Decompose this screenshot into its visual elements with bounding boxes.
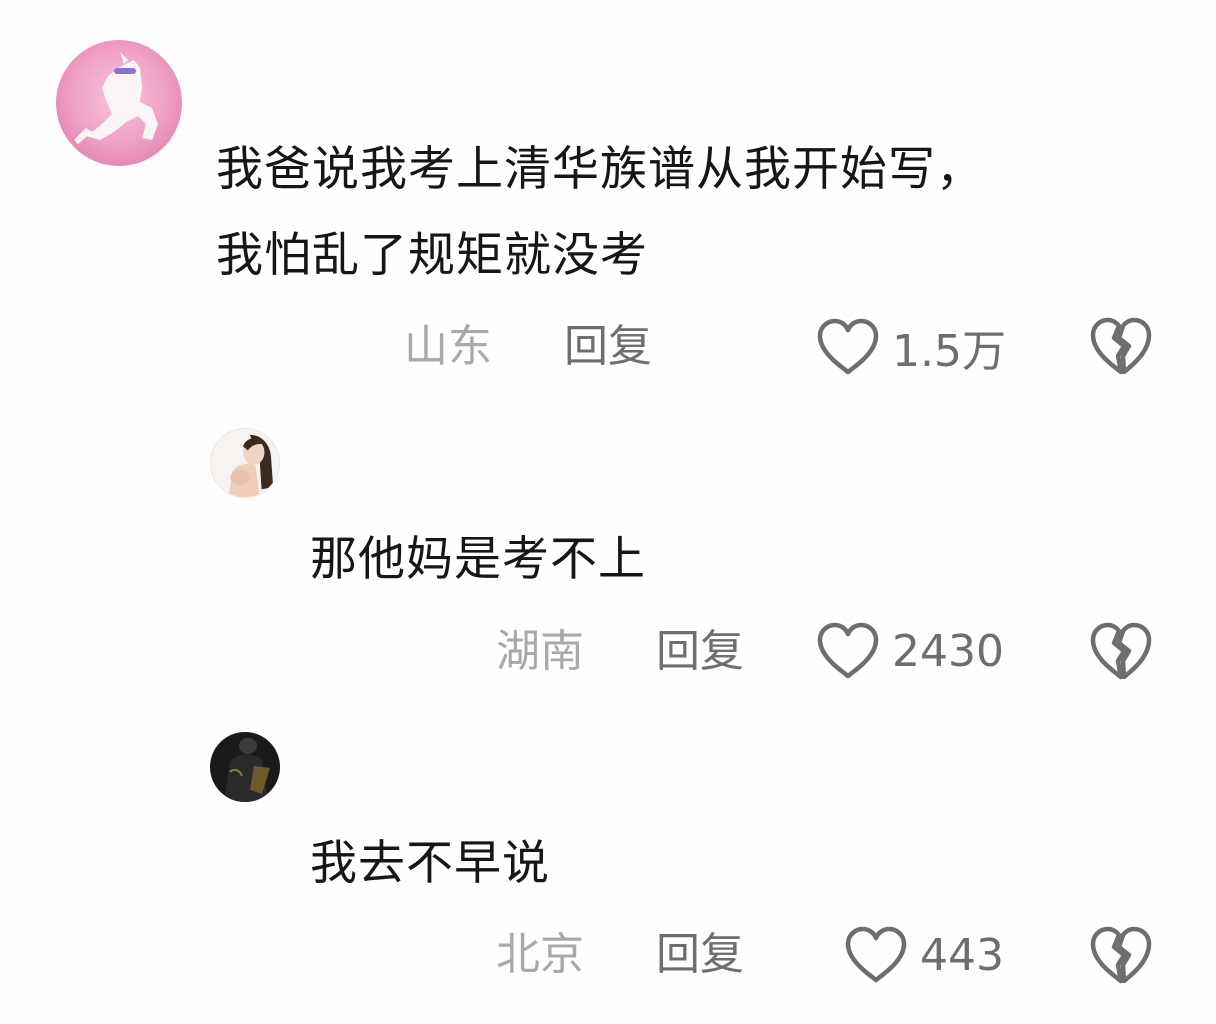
user-avatar-dark-figure[interactable]: [210, 732, 280, 802]
comment-text-line: 我爸说我考上清华族谱从我开始写，: [216, 142, 984, 197]
comment-location: 湖南: [496, 626, 584, 677]
like-count: 443: [920, 929, 1004, 981]
user-avatar-pink-horse[interactable]: [56, 40, 182, 166]
broken-heart-icon: [1090, 622, 1152, 680]
dislike-button[interactable]: [1088, 617, 1154, 683]
dislike-button[interactable]: [1088, 312, 1154, 378]
like-button[interactable]: 2430: [816, 616, 1004, 686]
comment-text-line: 我怕乱了规矩就没考: [216, 228, 648, 283]
reply-button[interactable]: 回复: [656, 622, 744, 682]
like-count: 1.5万: [892, 326, 1006, 377]
user-avatar-woman[interactable]: [210, 428, 280, 498]
reply-button[interactable]: 回复: [656, 925, 744, 985]
broken-heart-icon: [1090, 317, 1152, 375]
heart-icon: [817, 622, 879, 679]
like-button[interactable]: 1.5万: [816, 312, 1006, 382]
like-count: 2430: [892, 625, 1004, 677]
dislike-button[interactable]: [1088, 921, 1154, 987]
comment-text-line: 那他妈是考不上: [310, 532, 646, 587]
reply-button[interactable]: 回复: [564, 317, 652, 377]
like-button[interactable]: 443: [844, 920, 1004, 990]
comment-location: 北京: [496, 929, 584, 980]
dark-figure-avatar-image: [210, 732, 280, 802]
heart-icon: [817, 318, 879, 375]
comment-thread: 我爸说我考上清华族谱从我开始写， 我怕乱了规矩就没考 山东 回复 1.5万 那他…: [0, 0, 1216, 1024]
woman-avatar-image: [211, 429, 279, 497]
heart-icon: [845, 926, 907, 983]
comment-text-line: 我去不早说: [310, 836, 550, 891]
comment-location: 山东: [404, 321, 492, 372]
broken-heart-icon: [1090, 926, 1152, 984]
pink-horse-avatar-image: [56, 40, 182, 166]
